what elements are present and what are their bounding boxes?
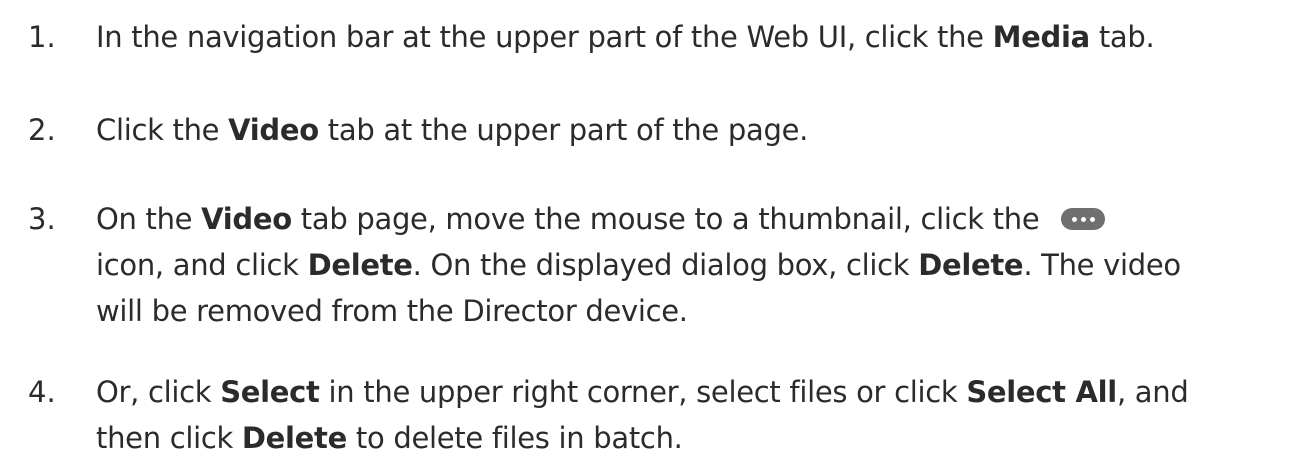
step-text: In the navigation bar at the upper part … (96, 14, 1276, 60)
text-run: tab page, move the mouse to a thumbnail,… (291, 202, 1040, 236)
text-run: Or, click (96, 375, 221, 409)
text-run: tab. (1089, 20, 1155, 54)
step-text: Or, click Select in the upper right corn… (96, 369, 1276, 461)
text-run: will be removed from the Director device… (96, 294, 688, 328)
text-line: On the Video tab page, move the mouse to… (96, 196, 1276, 242)
bold-term: Delete (918, 248, 1024, 282)
more-options-icon (1061, 208, 1106, 230)
text-run: icon, and click (96, 248, 308, 282)
text-run: then click (96, 421, 242, 455)
text-run: tab at the upper part of the page. (318, 113, 809, 147)
text-line: Click the Video tab at the upper part of… (96, 107, 1276, 153)
dot (1081, 217, 1087, 222)
text-run: to delete files in batch. (347, 421, 683, 455)
text-line: then click Delete to delete files in bat… (96, 415, 1276, 461)
step-text: On the Video tab page, move the mouse to… (96, 196, 1276, 334)
text-run: . On the displayed dialog box, click (412, 248, 919, 282)
step-number: 4. (28, 375, 56, 409)
text-run: In the navigation bar at the upper part … (96, 20, 993, 54)
step-number: 1. (28, 20, 56, 54)
text-line: icon, and click Delete. On the displayed… (96, 242, 1276, 288)
step-text: Click the Video tab at the upper part of… (96, 107, 1276, 153)
text-run: Click the (96, 113, 229, 147)
bold-term: Delete (241, 421, 347, 455)
text-line: will be removed from the Director device… (96, 288, 1276, 334)
bold-term: Delete (307, 248, 413, 282)
bold-term: Video (201, 202, 292, 236)
bold-term: Video (228, 113, 319, 147)
text-run: On the (96, 202, 202, 236)
bold-term: Select All (966, 375, 1117, 409)
instruction-document: 1. In the navigation bar at the upper pa… (0, 0, 1303, 475)
dot (1072, 217, 1078, 222)
text-line: Or, click Select in the upper right corn… (96, 369, 1276, 415)
bold-term: Select (220, 375, 320, 409)
step-number: 2. (28, 113, 56, 147)
text-run: in the upper right corner, select files … (319, 375, 967, 409)
text-line: In the navigation bar at the upper part … (96, 14, 1276, 60)
text-run: . The video (1023, 248, 1181, 282)
step-number: 3. (28, 202, 56, 236)
text-run: , and (1116, 375, 1189, 409)
bold-term: Media (992, 20, 1091, 54)
dot (1090, 217, 1096, 222)
